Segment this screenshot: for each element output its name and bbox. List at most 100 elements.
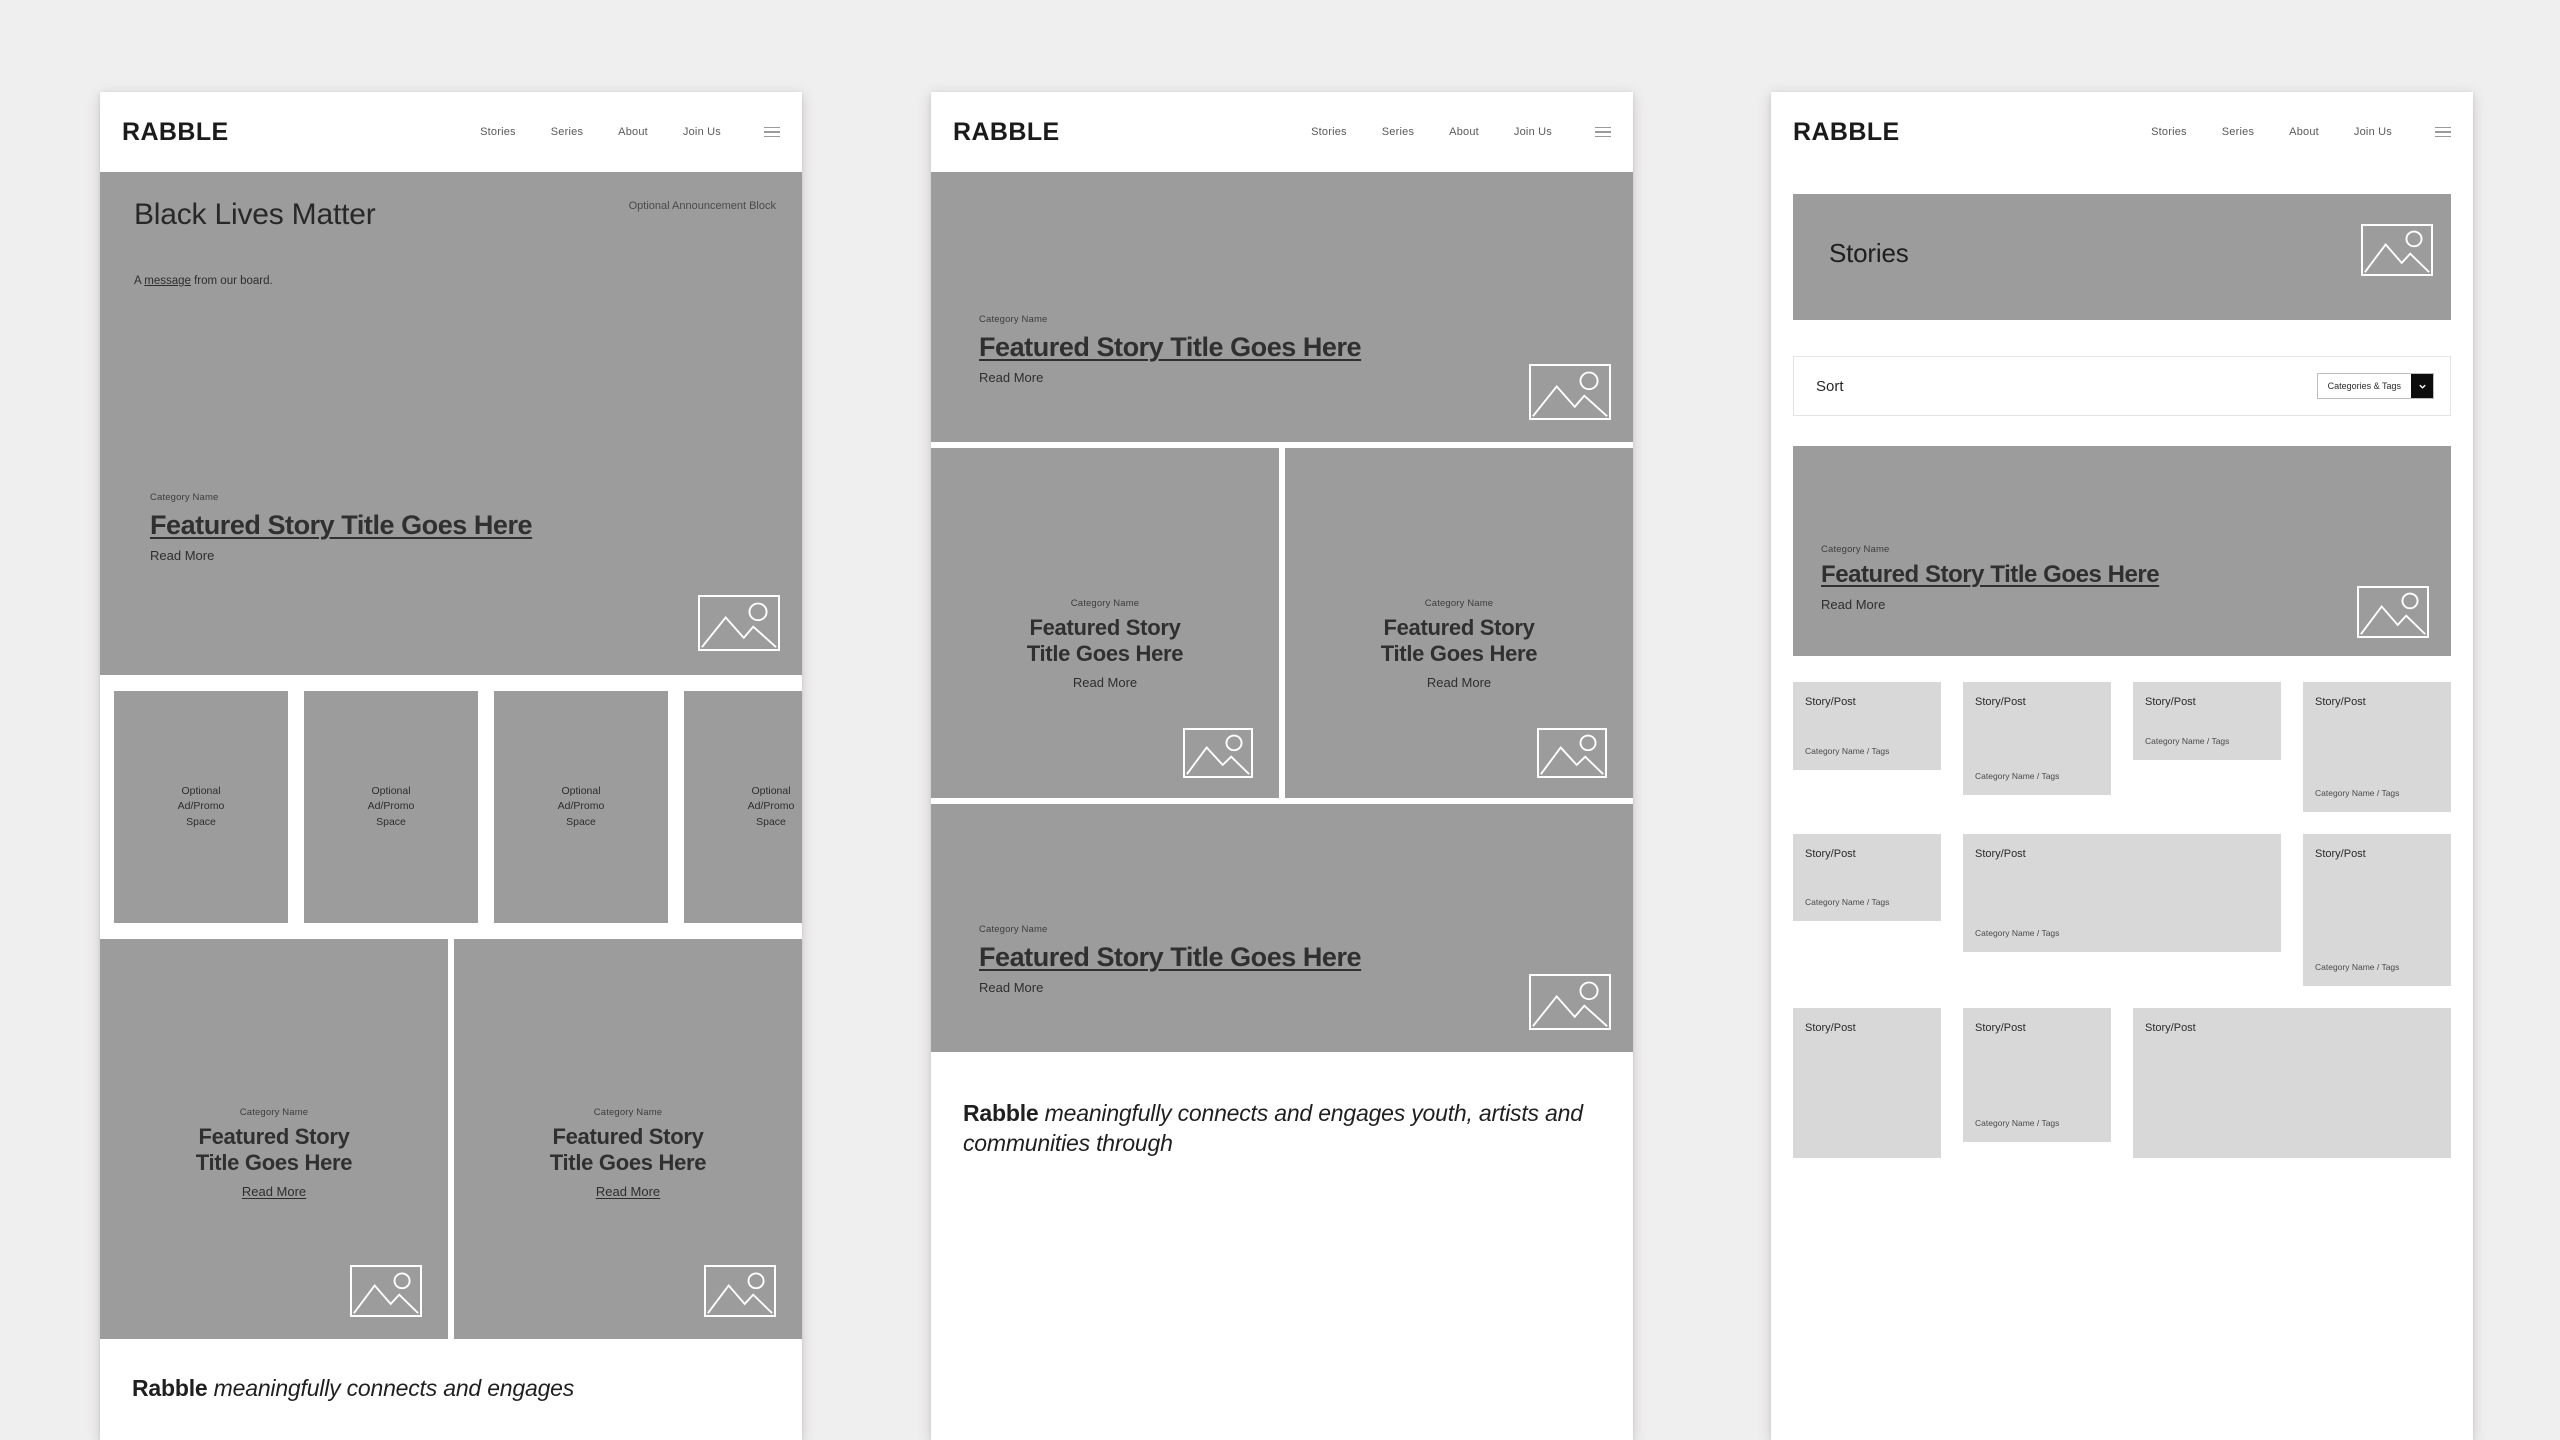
mission-lead: Rabble (132, 1375, 208, 1401)
story-tile-title: Story/Post (2145, 1022, 2196, 1034)
story-tile[interactable]: Story/Post (2133, 1008, 2451, 1158)
hero-featured-body: Category Name Featured Story Title Goes … (979, 314, 1362, 385)
mission-lead: Rabble (963, 1100, 1039, 1126)
mission-body: meaningfully connects and engages (207, 1375, 575, 1401)
featured-card[interactable]: Category Name Featured Story Title Goes … (1285, 448, 1633, 798)
featured-story-title[interactable]: Featured Story Title Goes Here (1821, 561, 2160, 589)
nav-item-stories[interactable]: Stories (1311, 126, 1347, 138)
hamburger-icon[interactable] (2435, 126, 2451, 138)
categories-tags-select[interactable]: Categories & Tags (2316, 373, 2434, 399)
story-tile[interactable]: Story/Post Category Name / Tags (1793, 682, 1941, 770)
featured-card[interactable]: Category Name Featured Story Title Goes … (931, 448, 1279, 798)
hero-read-more[interactable]: Read More (979, 370, 1361, 385)
site-header-stories: RABBLE Stories Series About Join Us (1771, 92, 2473, 172)
primary-nav: Stories Series About Join Us (480, 126, 780, 138)
announcement-message-link[interactable]: message (144, 275, 191, 287)
nav-item-series[interactable]: Series (551, 126, 583, 138)
hero-story-title[interactable]: Featured Story Title Goes Here (979, 332, 1362, 362)
primary-nav: Stories Series About Join Us (2151, 126, 2451, 138)
announcement-message-prefix: A (134, 275, 145, 287)
story-tile[interactable]: Story/Post Category Name / Tags (1793, 834, 1941, 921)
nav-item-join-us[interactable]: Join Us (683, 126, 721, 138)
card-category-label: Category Name (593, 1107, 663, 1118)
story-tile-tags: Category Name / Tags (1975, 928, 2060, 938)
image-placeholder-icon (704, 1265, 776, 1317)
hamburger-icon[interactable] (764, 126, 780, 138)
featured-story-block: Category Name Featured Story Title Goes … (1793, 446, 2451, 656)
story-tile[interactable]: Story/Post Category Name / Tags (1963, 834, 2281, 952)
promo-slot[interactable]: Optional Ad/Promo Space (304, 691, 478, 923)
band-read-more[interactable]: Read More (979, 980, 1361, 995)
nav-item-series[interactable]: Series (1382, 126, 1414, 138)
card-title-line-1: Featured Story (552, 1124, 704, 1149)
nav-item-stories[interactable]: Stories (480, 126, 516, 138)
promo-strip: Optional Ad/Promo Space Optional Ad/Prom… (100, 675, 802, 939)
promo-slot[interactable]: Optional Ad/Promo Space (114, 691, 288, 923)
nav-item-about[interactable]: About (618, 126, 648, 138)
brand-logo[interactable]: RABBLE (1793, 118, 1900, 147)
sort-label: Sort (1816, 377, 1844, 395)
announcement-tag: Optional Announcement Block (628, 200, 776, 212)
story-grid: Story/Post Category Name / Tags Story/Post… (1793, 682, 2451, 1158)
card-read-more[interactable]: Read More (100, 1184, 448, 1199)
card-category-label: Category Name (239, 1107, 309, 1118)
featured-card[interactable]: Category Name Featured Story Title Goes … (100, 939, 448, 1339)
announcement-block: Black Lives Matter Optional Announcement… (100, 172, 802, 317)
nav-item-join-us[interactable]: Join Us (2354, 126, 2392, 138)
promo-line-1: Optional (751, 785, 791, 798)
promo-slot[interactable]: Optional Ad/Promo Space (494, 691, 668, 923)
two-up-featured-row: Category Name Featured Story Title Goes … (100, 939, 802, 1339)
image-placeholder-icon (698, 595, 780, 651)
stories-page-header: Stories (1793, 194, 2451, 320)
story-tile[interactable]: Story/Post Category Name / Tags (1963, 1008, 2111, 1142)
story-tile-tags: Category Name / Tags (1805, 746, 1890, 756)
story-tile[interactable]: Story/Post (1793, 1008, 1941, 1158)
hero-read-more[interactable]: Read More (150, 548, 532, 563)
select-value: Categories & Tags (2327, 381, 2401, 391)
promo-line-3: Space (756, 815, 786, 828)
image-placeholder-icon (2361, 224, 2433, 276)
featured-card[interactable]: Category Name Featured Story Title Goes … (454, 939, 802, 1339)
card-read-more[interactable]: Read More (931, 675, 1279, 690)
story-tile-tags: Category Name / Tags (2315, 962, 2400, 972)
image-placeholder-icon (1183, 728, 1253, 778)
nav-item-stories[interactable]: Stories (2151, 126, 2187, 138)
promo-line-1: Optional (371, 785, 411, 798)
hero-story-title[interactable]: Featured Story Title Goes Here (150, 510, 533, 540)
promo-line-3: Space (566, 815, 596, 828)
hamburger-icon[interactable] (1595, 126, 1611, 138)
card-read-more[interactable]: Read More (454, 1184, 802, 1199)
featured-body: Category Name Featured Story Title Goes … (1821, 544, 2160, 612)
image-placeholder-icon (350, 1265, 422, 1317)
hero-category-label: Category Name (150, 492, 219, 503)
secondary-featured-band: Category Name Featured Story Title Goes … (931, 804, 1633, 1052)
story-tile-title: Story/Post (1805, 696, 1856, 708)
story-tile[interactable]: Story/Post Category Name / Tags (2303, 834, 2451, 986)
story-tile[interactable]: Story/Post Category Name / Tags (1963, 682, 2111, 795)
nav-item-series[interactable]: Series (2222, 126, 2254, 138)
hero-featured-story: Category Name Featured Story Title Goes … (100, 317, 802, 675)
site-header-featured: RABBLE Stories Series About Join Us (931, 92, 1633, 172)
featured-read-more[interactable]: Read More (1821, 597, 2159, 612)
hero-category-label: Category Name (979, 314, 1048, 325)
mission-statement: Rabble meaningfully connects and engages… (931, 1052, 1633, 1159)
nav-item-join-us[interactable]: Join Us (1514, 126, 1552, 138)
brand-logo[interactable]: RABBLE (953, 118, 1060, 147)
band-story-title[interactable]: Featured Story Title Goes Here (979, 942, 1362, 972)
story-tile[interactable]: Story/Post Category Name / Tags (2303, 682, 2451, 812)
card-title-line-1: Featured Story (1383, 615, 1535, 640)
panel-stories: RABBLE Stories Series About Join Us Stor… (1771, 92, 2473, 1440)
promo-line-2: Ad/Promo (177, 800, 225, 813)
story-tile-title: Story/Post (1975, 848, 2026, 860)
brand-logo[interactable]: RABBLE (122, 118, 229, 147)
promo-slot[interactable]: Optional Ad/Promo Space (684, 691, 802, 923)
panel-featured: RABBLE Stories Series About Join Us Cate… (931, 92, 1633, 1440)
card-read-more[interactable]: Read More (1285, 675, 1633, 690)
nav-item-about[interactable]: About (1449, 126, 1479, 138)
promo-line-1: Optional (181, 785, 221, 798)
image-placeholder-icon (2357, 586, 2429, 638)
story-tile[interactable]: Story/Post Category Name / Tags (2133, 682, 2281, 760)
nav-item-about[interactable]: About (2289, 126, 2319, 138)
chevron-down-icon[interactable] (2411, 374, 2433, 398)
story-tile-title: Story/Post (1975, 1022, 2026, 1034)
